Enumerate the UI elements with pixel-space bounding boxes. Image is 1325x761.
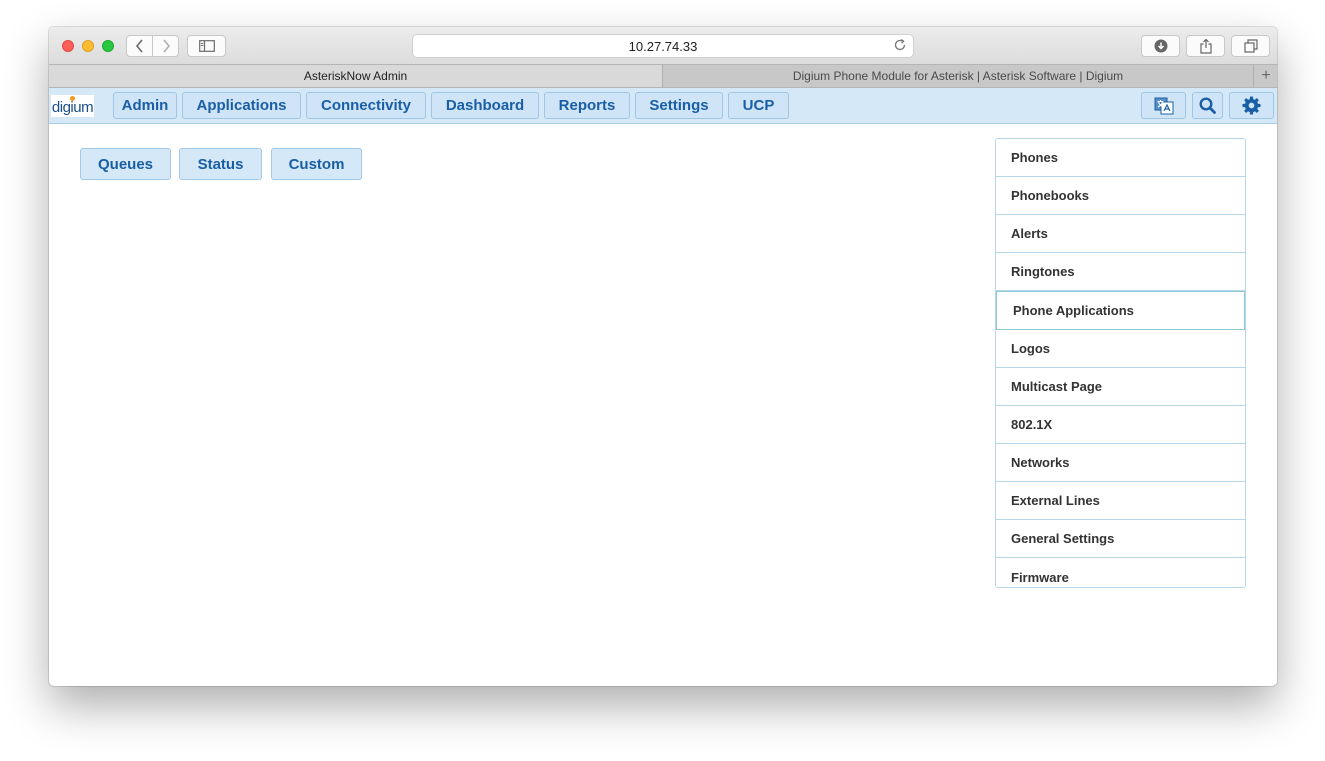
downloads-button[interactable] bbox=[1141, 35, 1180, 57]
tabs-overview-button[interactable] bbox=[1231, 35, 1270, 57]
sidebar-icon bbox=[198, 40, 215, 52]
nav-dashboard[interactable]: Dashboard bbox=[431, 92, 539, 119]
reload-button[interactable] bbox=[893, 38, 907, 55]
back-button[interactable] bbox=[127, 36, 152, 56]
menu-item-general-settings[interactable]: General Settings bbox=[996, 520, 1245, 558]
tab-title: Digium Phone Module for Asterisk | Aster… bbox=[792, 69, 1124, 83]
menu-item-label: Networks bbox=[1011, 455, 1070, 470]
browser-toolbar: 10.27.74.33 bbox=[49, 27, 1277, 64]
menu-item-alerts[interactable]: Alerts bbox=[996, 215, 1245, 253]
translate-icon bbox=[1154, 97, 1173, 114]
phone-module-menu: Phones Phonebooks Alerts Ringtones Phone… bbox=[995, 138, 1246, 588]
nav-admin[interactable]: Admin bbox=[113, 92, 177, 119]
tab-asterisknow-admin[interactable]: AsteriskNow Admin bbox=[49, 65, 663, 87]
browser-tab-bar: AsteriskNow Admin Digium Phone Module fo… bbox=[49, 64, 1277, 88]
close-window-button[interactable] bbox=[62, 40, 74, 52]
new-tab-button[interactable]: + bbox=[1253, 65, 1277, 87]
digium-logo[interactable]: digium bbox=[51, 95, 94, 117]
forward-button[interactable] bbox=[152, 36, 178, 56]
nav-ucp[interactable]: UCP bbox=[728, 92, 789, 119]
plus-icon: + bbox=[1261, 67, 1271, 84]
download-icon bbox=[1154, 39, 1167, 53]
menu-item-label: Multicast Page bbox=[1011, 379, 1103, 394]
search-button[interactable] bbox=[1192, 92, 1223, 119]
zoom-window-button[interactable] bbox=[102, 40, 114, 52]
menu-item-label: Alerts bbox=[1011, 226, 1048, 241]
nav-label: Settings bbox=[649, 97, 709, 114]
menu-item-phonebooks[interactable]: Phonebooks bbox=[996, 177, 1245, 215]
menu-item-label: Logos bbox=[1011, 341, 1050, 356]
menu-item-label: General Settings bbox=[1011, 531, 1115, 546]
tab-title: AsteriskNow Admin bbox=[303, 69, 408, 83]
address-bar[interactable]: 10.27.74.33 bbox=[412, 34, 914, 58]
menu-item-multicast-page[interactable]: Multicast Page bbox=[996, 368, 1245, 406]
button-label: Queues bbox=[97, 155, 154, 173]
button-label: Status bbox=[197, 155, 244, 173]
nav-reports[interactable]: Reports bbox=[544, 92, 630, 119]
status-button[interactable]: Status bbox=[179, 148, 262, 180]
logo-text: digium bbox=[51, 99, 94, 116]
language-button[interactable] bbox=[1141, 92, 1186, 119]
menu-item-phones[interactable]: Phones bbox=[996, 139, 1245, 177]
custom-button[interactable]: Custom bbox=[271, 148, 362, 180]
app-navbar: digium Admin Applications Connectivity D… bbox=[49, 88, 1277, 124]
menu-item-label: External Lines bbox=[1011, 493, 1100, 508]
menu-item-logos[interactable]: Logos bbox=[996, 330, 1245, 368]
button-label: Custom bbox=[288, 155, 345, 173]
gear-icon bbox=[1242, 96, 1261, 115]
menu-item-ringtones[interactable]: Ringtones bbox=[996, 253, 1245, 291]
history-nav bbox=[126, 35, 179, 57]
nav-label: Admin bbox=[121, 97, 169, 114]
forward-icon bbox=[162, 39, 170, 53]
menu-item-8021x[interactable]: 802.1X bbox=[996, 406, 1245, 444]
logo-dot bbox=[70, 96, 75, 101]
nav-label: Reports bbox=[558, 97, 616, 114]
menu-item-phone-applications[interactable]: Phone Applications bbox=[996, 291, 1245, 330]
back-icon bbox=[135, 39, 143, 53]
search-icon bbox=[1199, 97, 1216, 114]
menu-item-label: Firmware bbox=[1011, 570, 1069, 585]
nav-label: Dashboard bbox=[445, 97, 525, 114]
nav-settings[interactable]: Settings bbox=[635, 92, 723, 119]
nav-connectivity[interactable]: Connectivity bbox=[306, 92, 426, 119]
menu-item-networks[interactable]: Networks bbox=[996, 444, 1245, 482]
tabs-icon bbox=[1243, 39, 1258, 53]
menu-item-label: Phones bbox=[1011, 150, 1058, 165]
url-text: 10.27.74.33 bbox=[628, 38, 698, 54]
browser-window: 10.27.74.33 AsteriskNow Admin Digium Pho… bbox=[49, 27, 1277, 686]
queues-button[interactable]: Queues bbox=[80, 148, 171, 180]
nav-label: Applications bbox=[196, 97, 287, 114]
menu-item-firmware[interactable]: Firmware bbox=[996, 558, 1245, 587]
share-button[interactable] bbox=[1186, 35, 1225, 57]
menu-item-label: 802.1X bbox=[1011, 417, 1053, 432]
menu-item-label: Phone Applications bbox=[1013, 303, 1134, 318]
reload-icon bbox=[894, 38, 906, 51]
menu-item-external-lines[interactable]: External Lines bbox=[996, 482, 1245, 520]
nav-label: Connectivity bbox=[320, 97, 411, 114]
tab-digium-phone-module[interactable]: Digium Phone Module for Asterisk | Aster… bbox=[663, 65, 1253, 87]
minimize-window-button[interactable] bbox=[82, 40, 94, 52]
sidebar-toggle-button[interactable] bbox=[187, 35, 226, 57]
menu-item-label: Ringtones bbox=[1011, 264, 1075, 279]
share-icon bbox=[1199, 38, 1212, 54]
nav-applications[interactable]: Applications bbox=[182, 92, 301, 119]
nav-label: UCP bbox=[742, 97, 775, 114]
settings-gear-button[interactable] bbox=[1229, 92, 1274, 119]
menu-item-label: Phonebooks bbox=[1011, 188, 1090, 203]
